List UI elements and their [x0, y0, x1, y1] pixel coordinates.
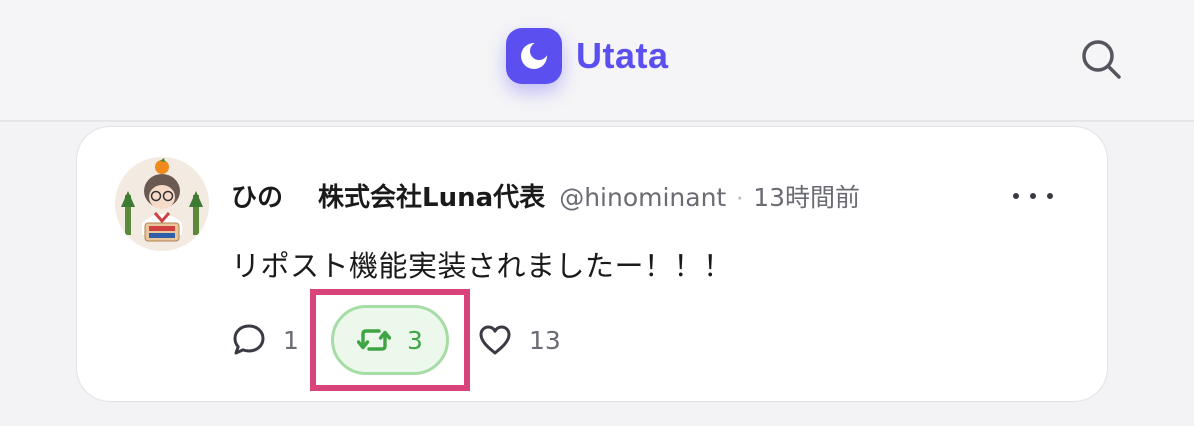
repost-button[interactable]: 3: [331, 305, 449, 375]
app-name: Utata: [576, 35, 669, 76]
like-count: 13: [529, 325, 561, 355]
post-actions: 1 3 13: [231, 305, 611, 375]
heart-icon: [479, 325, 511, 355]
user-avatar-illustration: [115, 157, 209, 251]
reply-count: 1: [283, 325, 299, 355]
post-body: リポスト機能実装されましたー！！！: [231, 249, 733, 283]
moon-logo-icon: [506, 28, 562, 84]
meta-separator: ·: [736, 187, 744, 212]
avatar[interactable]: [115, 157, 209, 251]
more-dots-icon: [1013, 193, 1019, 199]
search-button[interactable]: [1078, 36, 1124, 82]
repost-icon: [357, 329, 392, 351]
app-header: Utata: [0, 0, 1194, 122]
more-options-button[interactable]: [1013, 183, 1053, 209]
post-meta: ひの 株式会社Luna代表 @hinominant · 13時間前: [231, 177, 860, 214]
repost-count: 3: [407, 325, 423, 355]
like-button[interactable]: 13: [477, 305, 561, 375]
post-time[interactable]: 13時間前: [753, 178, 860, 214]
reply-button[interactable]: 1: [231, 305, 299, 375]
app-logo[interactable]: Utata: [506, 28, 669, 84]
author-name[interactable]: ひの 株式会社Luna代表: [231, 177, 545, 214]
author-handle[interactable]: @hinominant: [559, 183, 726, 212]
comment-icon: [233, 324, 265, 355]
search-icon: [1082, 40, 1121, 79]
post-card[interactable]: ひの 株式会社Luna代表 @hinominant · 13時間前 リポスト機能…: [76, 126, 1108, 402]
